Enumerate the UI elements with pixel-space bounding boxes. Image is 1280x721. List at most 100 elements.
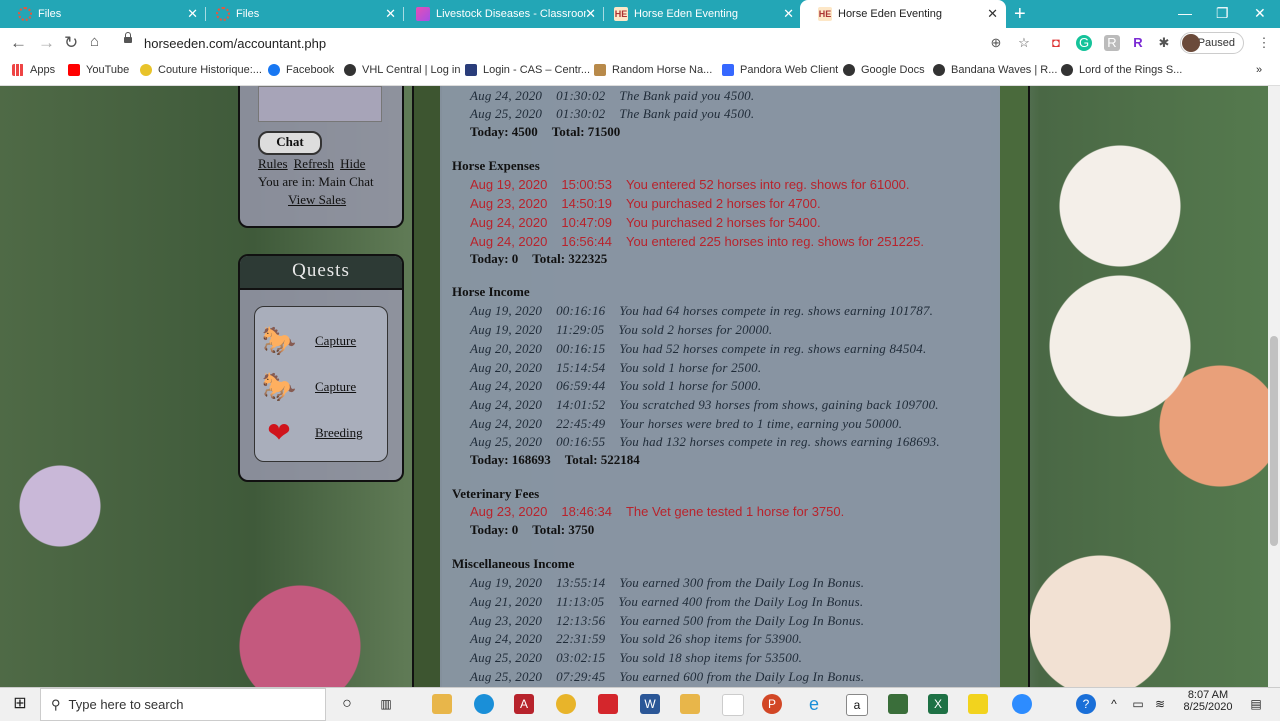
hide-link[interactable]: Hide <box>340 156 365 171</box>
ledger-row: Aug 24, 2020 10:47:09 You purchased 2 hors… <box>470 215 821 230</box>
bookmark-cas[interactable]: Login - CAS – Centr... <box>465 64 590 76</box>
close-icon[interactable]: ✕ <box>585 6 596 22</box>
acrobat-icon[interactable] <box>598 694 618 714</box>
extension-r-icon[interactable]: R <box>1104 35 1120 51</box>
puzzle-icon[interactable]: ✱ <box>1156 35 1172 51</box>
home-icon[interactable]: ⌂ <box>90 33 99 50</box>
sticky-notes-icon[interactable] <box>968 694 988 714</box>
chat-textarea[interactable] <box>258 86 382 122</box>
search-placeholder: Type here to search <box>68 697 184 712</box>
battery-icon: ▭ <box>1132 697 1144 711</box>
new-tab-icon[interactable]: + <box>1014 3 1026 26</box>
ie-icon[interactable]: e <box>804 694 824 714</box>
bookmark-lotr[interactable]: Lord of the Rings S... <box>1061 64 1182 76</box>
ledger-row: Aug 25, 2020 01:30:02 The Bank paid you 45… <box>470 106 755 121</box>
amazon-icon[interactable]: a <box>846 694 868 716</box>
access-icon[interactable]: A <box>514 694 534 714</box>
chrome-icon[interactable] <box>556 694 576 714</box>
taskbar-search[interactable]: ⚲ Type here to search <box>40 688 326 721</box>
word-icon[interactable]: W <box>640 694 660 714</box>
chat-button[interactable]: Chat <box>258 131 322 155</box>
files-icon <box>216 7 230 21</box>
bookmark-facebook[interactable]: Facebook <box>268 64 334 76</box>
ledger-row: Aug 25, 2020 07:29:45 You earned 600 from … <box>470 669 865 684</box>
close-icon[interactable]: ✕ <box>987 6 998 22</box>
tab-livestock-diseases[interactable]: Livestock Diseases - Classroom | ✕ <box>398 0 604 28</box>
bookmark-random-horse[interactable]: Random Horse Na... <box>594 64 712 76</box>
globe-icon <box>843 64 855 76</box>
ledger-row: Aug 24, 2020 06:59:44 You sold 1 horse for… <box>470 378 762 393</box>
ledger-row: Aug 19, 2020 11:29:05 You sold 2 horses fo… <box>470 322 773 337</box>
refresh-link[interactable]: Refresh <box>294 156 334 171</box>
quest-capture-link[interactable]: Capture <box>315 379 356 395</box>
task-view-icon[interactable]: ▥ <box>376 694 396 714</box>
bookmark-couture[interactable]: Couture Historique:... <box>140 64 262 76</box>
quests-title: Quests <box>240 256 402 290</box>
chat-panel: Chat Rules Refresh Hide You are in: Main C… <box>238 86 404 228</box>
bookmark-apps[interactable]: Apps <box>12 64 55 76</box>
ledger-row: Aug 19, 2020 13:55:14 You earned 300 from … <box>470 575 865 590</box>
reload-icon[interactable]: ↻ <box>64 33 78 53</box>
ledger-row: Aug 25, 2020 03:02:15 You sold 18 shop ite… <box>470 650 803 665</box>
powerpoint-icon[interactable]: P <box>762 694 782 714</box>
quest-item[interactable]: 🐎 Capture <box>261 369 357 405</box>
menu-icon[interactable]: ⋮ <box>1256 35 1272 51</box>
tab-horse-eden-1[interactable]: HE Horse Eden Eventing ✕ <box>596 0 802 28</box>
rules-link[interactable]: Rules <box>258 156 288 171</box>
quest-capture-link[interactable]: Capture <box>315 333 356 349</box>
back-icon[interactable]: ← <box>10 33 27 53</box>
bookmark-vhl[interactable]: VHL Central | Log in <box>344 64 460 76</box>
tab-files-2[interactable]: Files ✕ <box>198 0 404 28</box>
edge-icon[interactable] <box>474 694 494 714</box>
chevron-up-icon[interactable]: ^ <box>1104 694 1124 714</box>
zoom-icon[interactable]: ⊕ <box>988 35 1004 51</box>
page-scrollbar[interactable] <box>1268 86 1280 687</box>
chat-location: You are in: Main Chat <box>258 174 374 189</box>
minecraft-icon[interactable] <box>888 694 908 714</box>
help-icon[interactable]: ? <box>1076 694 1096 714</box>
windows-start-icon[interactable]: ⊞ <box>10 694 30 714</box>
file-explorer-icon[interactable] <box>432 694 452 714</box>
right-divider <box>1000 86 1030 687</box>
close-icon[interactable]: ✕ <box>385 6 396 22</box>
pocket-icon[interactable]: ◘ <box>1048 35 1064 51</box>
address-bar[interactable]: horseeden.com/accountant.php <box>144 36 326 51</box>
photos-icon[interactable] <box>722 694 744 716</box>
tab-horse-eden-active[interactable]: HE Horse Eden Eventing ✕ <box>800 0 1006 28</box>
clock-date: 8/25/2020 <box>1183 701 1233 713</box>
excel-icon[interactable]: X <box>928 694 948 714</box>
ledger-row: Aug 19, 2020 00:16:16 You had 64 horses co… <box>470 303 934 318</box>
close-icon[interactable]: ✕ <box>783 6 794 22</box>
zoom-app-icon[interactable] <box>1012 694 1032 714</box>
restore-icon[interactable]: ❐ <box>1216 5 1229 22</box>
apps-icon <box>12 64 24 76</box>
grammarly-icon[interactable]: G <box>1076 35 1092 51</box>
scrollbar-thumb[interactable] <box>1270 336 1278 546</box>
cortana-icon[interactable]: ○ <box>337 694 357 714</box>
quest-item[interactable]: ❤ Breeding <box>261 415 363 451</box>
close-window-icon[interactable]: ✕ <box>1254 5 1266 22</box>
profile-status: Paused <box>1197 37 1235 49</box>
bookmark-bandana[interactable]: Bandana Waves | R... <box>933 64 1057 76</box>
accountant-ledger: Aug 24, 2020 01:30:02 The Bank paid you 45… <box>440 86 1000 687</box>
quest-item[interactable]: 🐎 Capture <box>261 323 357 359</box>
view-sales-link[interactable]: View Sales <box>288 192 398 208</box>
extension-r2-icon[interactable]: R <box>1130 35 1146 51</box>
bookmark-pandora[interactable]: Pandora Web Client <box>722 64 838 76</box>
wifi-icon[interactable]: ≋ <box>1150 694 1170 714</box>
forward-icon[interactable]: → <box>38 33 55 53</box>
search-icon: ⚲ <box>51 696 61 712</box>
tab-files-1[interactable]: Files ✕ <box>0 0 206 28</box>
folder-icon[interactable] <box>680 694 700 714</box>
bookmark-google-docs[interactable]: Google Docs <box>843 64 925 76</box>
star-icon[interactable]: ☆ <box>1016 35 1032 51</box>
notification-icon[interactable]: ▤ <box>1246 694 1266 714</box>
tab-title: Horse Eden Eventing <box>838 8 942 20</box>
close-icon[interactable]: ✕ <box>187 6 198 22</box>
quest-breeding-link[interactable]: Breeding <box>315 425 363 441</box>
ledger-row: Aug 20, 2020 15:14:54 You sold 1 horse for… <box>470 360 762 375</box>
bookmark-youtube[interactable]: YouTube <box>68 64 129 76</box>
clock[interactable]: 8:07 AM 8/25/2020 <box>1180 689 1236 713</box>
bookmarks-overflow[interactable]: » <box>1256 64 1262 76</box>
minimize-icon[interactable]: — <box>1178 5 1192 21</box>
